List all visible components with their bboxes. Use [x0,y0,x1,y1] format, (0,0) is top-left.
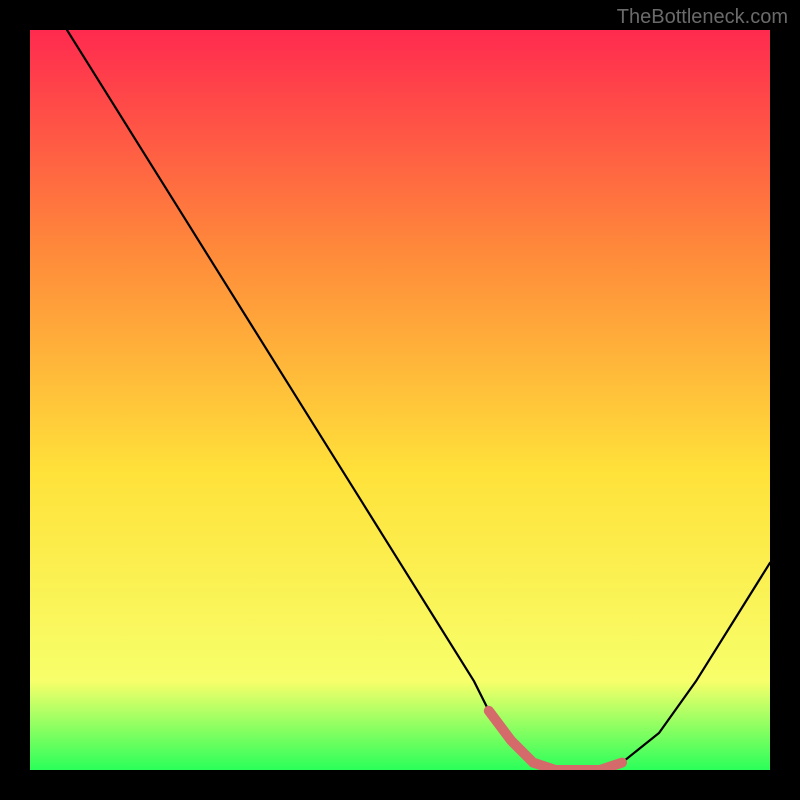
attribution-text: TheBottleneck.com [617,6,788,29]
chart-frame [30,30,770,770]
gradient-background [30,30,770,770]
chart-svg [30,30,770,770]
